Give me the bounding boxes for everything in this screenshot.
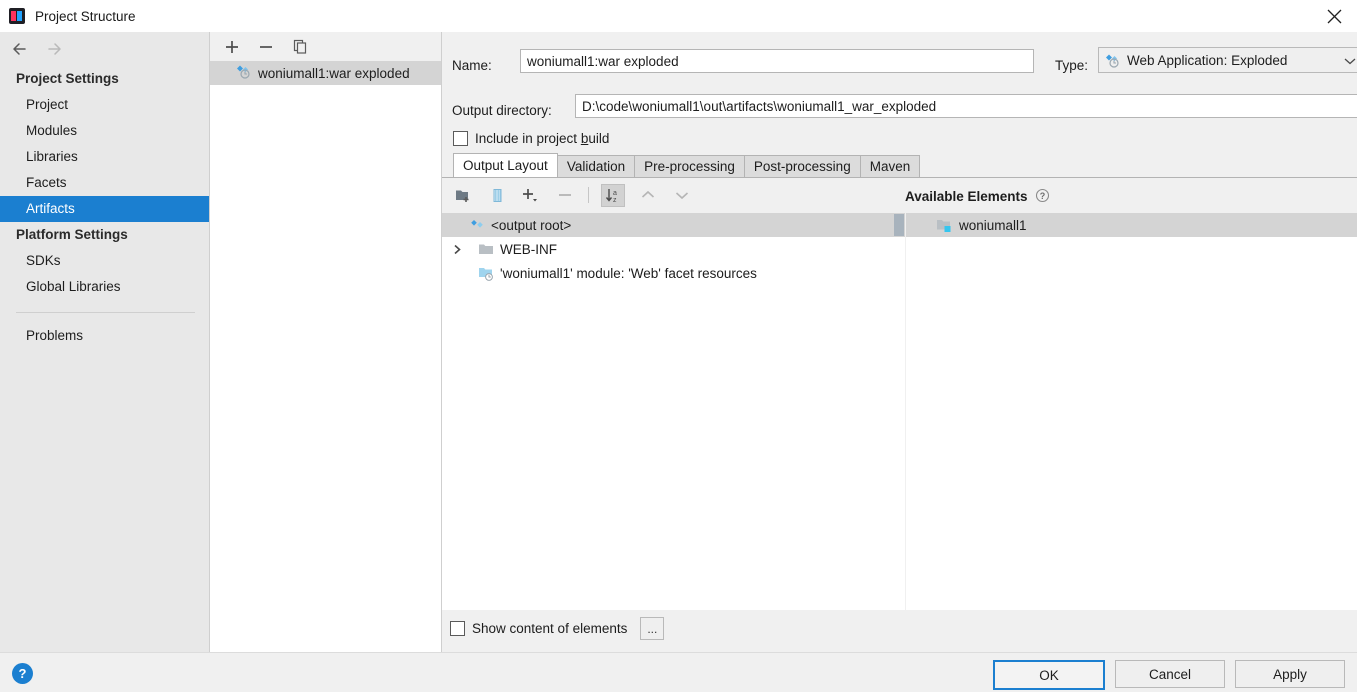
facet-resources-icon [478,266,494,281]
triangle-down-icon[interactable] [671,185,693,206]
sidebar-group-title-platform-settings: Platform Settings [16,227,128,242]
sidebar-nav-row [0,32,209,66]
output-root-tree[interactable]: <output root> WEB-INF 'woniumall1' modul… [442,213,905,610]
project-structure-dialog: Project Structure Project Settings Proje… [0,0,1357,692]
artifact-name-value: woniumall1:war exploded [527,53,679,69]
sidebar-item-libraries[interactable]: Libraries [0,144,209,170]
sort-az-icon[interactable]: a z [601,183,625,207]
artifact-detail-pane: Name: woniumall1:war exploded Type: Web … [442,32,1357,652]
help-circle-icon[interactable]: ? [1035,188,1050,206]
arrow-right-icon[interactable] [42,37,68,61]
tree-row-label: WEB-INF [500,241,557,257]
available-elements-tree[interactable]: woniumall1 [906,213,1357,610]
more-options-button[interactable]: ... [640,617,665,640]
sidebar-divider [16,312,195,313]
show-content-of-elements-label: Show content of elements [472,621,628,636]
tree-row[interactable]: woniumall1 [906,213,1357,237]
arrow-left-icon[interactable] [8,37,34,61]
title-bar: Project Structure [0,0,1357,32]
svg-text:z: z [613,197,617,203]
output-directory-input[interactable]: D:\code\woniumall1\out\artifacts\woniuma… [575,94,1357,118]
tree-row[interactable]: 'woniumall1' module: 'Web' facet resourc… [442,261,905,285]
sidebar-item-artifacts[interactable]: Artifacts [0,196,209,222]
tab-output-layout[interactable]: Output Layout [453,153,558,177]
module-folder-icon [936,218,953,233]
tabs-underline [442,177,1357,178]
tab-pre-processing[interactable]: Pre-processing [634,155,745,177]
dialog-button-row: OK Cancel Apply [993,660,1345,690]
cancel-button[interactable]: Cancel [1115,660,1225,688]
add-artifact-button[interactable] [222,37,242,57]
copy-artifact-button[interactable] [290,37,310,57]
tab-validation[interactable]: Validation [556,155,636,177]
help-button[interactable]: ? [12,663,33,684]
remove-element-button[interactable] [554,185,576,206]
available-elements-header: Available Elements ? [905,184,1357,209]
artifact-name-input[interactable]: woniumall1:war exploded [520,49,1034,73]
tab-maven[interactable]: Maven [859,155,921,177]
add-directory-button[interactable] [452,185,474,206]
tree-row[interactable]: WEB-INF [442,237,905,261]
svg-text:?: ? [1039,191,1045,201]
artifact-type-value: Web Application: Exploded [1127,52,1288,68]
artifact-exploded-icon [1105,53,1120,68]
name-label: Name: [452,57,492,73]
output-directory-value: D:\code\woniumall1\out\artifacts\woniuma… [582,98,937,114]
artifact-exploded-icon [236,64,251,82]
output-layout-trees: <output root> WEB-INF 'woniumall1' modul… [442,213,1357,610]
sidebar-group-title-project-settings: Project Settings [16,71,119,86]
sidebar-item-project[interactable]: Project [0,92,209,118]
output-directory-label: Output directory: [452,102,552,118]
artifacts-list-panel: woniumall1:war exploded [210,32,442,652]
include-in-project-build-label: Include in project build [475,131,610,146]
sidebar-item-sdks[interactable]: SDKs [0,248,209,274]
window-title: Project Structure [35,8,136,24]
name-type-row: Name: woniumall1:war exploded Type: Web … [452,47,1357,80]
close-icon[interactable] [1311,0,1357,32]
artifact-type-dropdown[interactable]: Web Application: Exploded [1098,47,1357,73]
artifact-tabs: Output Layout Validation Pre-processing … [453,153,921,177]
include-in-project-build-checkbox[interactable]: Include in project build [453,131,609,146]
intellij-idea-icon [9,8,25,24]
artifacts-toolbar [210,32,441,61]
add-library-button[interactable] [486,185,508,206]
tab-post-processing[interactable]: Post-processing [743,155,861,177]
show-content-of-elements-checkbox[interactable]: Show content of elements [450,621,627,636]
sidebar-item-global-libraries[interactable]: Global Libraries [0,274,209,300]
toolbar-divider [588,187,589,203]
artifact-list-item[interactable]: woniumall1:war exploded [210,61,441,85]
artifact-root-icon [470,218,485,233]
show-content-row: Show content of elements ... [450,617,665,640]
sidebar-item-modules[interactable]: Modules [0,118,209,144]
tree-row-label: woniumall1 [959,217,1027,233]
tree-scrollbar-thumb[interactable] [894,214,904,236]
sidebar-item-facets[interactable]: Facets [0,170,209,196]
plus-dropdown-icon[interactable] [520,185,542,206]
remove-artifact-button[interactable] [256,37,276,57]
tree-row-label: 'woniumall1' module: 'Web' facet resourc… [500,265,757,281]
chevron-down-icon [1344,53,1356,68]
dialog-footer: ? OK Cancel Apply CSDN @· [0,652,1357,692]
sidebar-item-problems[interactable]: Problems [0,323,209,349]
available-elements-title: Available Elements [905,189,1028,204]
triangle-up-icon[interactable] [637,185,659,206]
folder-icon [478,242,494,256]
output-directory-row: Output directory: D:\code\woniumall1\out… [452,94,1357,125]
type-label: Type: [1055,57,1089,73]
svg-text:a: a [613,190,617,197]
checkbox-box [450,621,465,636]
artifact-list-item-label: woniumall1:war exploded [258,65,410,81]
tree-row-label: <output root> [491,217,572,233]
ok-button[interactable]: OK [993,660,1105,690]
checkbox-box [453,131,468,146]
settings-sidebar: Project Settings Project Modules Librari… [0,32,210,652]
chevron-right-icon[interactable] [450,244,464,255]
apply-button[interactable]: Apply [1235,660,1345,688]
tree-row[interactable]: <output root> [442,213,905,237]
